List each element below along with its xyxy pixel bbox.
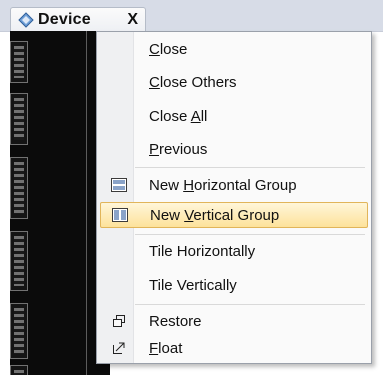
- tab-close-button[interactable]: X: [127, 11, 138, 29]
- io-bank: [10, 365, 28, 375]
- io-bank: [10, 303, 28, 359]
- tab-device[interactable]: Device X: [10, 7, 146, 31]
- menu-item-tile-vertically[interactable]: Tile Vertically: [100, 272, 368, 298]
- io-bank: [10, 231, 28, 291]
- menu-item-close-others[interactable]: Close Others: [100, 69, 368, 95]
- tab-strip: Device X: [0, 0, 383, 32]
- tab-title: Device: [38, 10, 91, 28]
- menu-item-restore[interactable]: Restore: [100, 308, 368, 334]
- io-bank: [10, 41, 28, 83]
- menu-separator: [135, 234, 365, 235]
- io-bank: [10, 157, 28, 219]
- device-icon: [18, 11, 34, 28]
- menu-separator: [135, 167, 365, 168]
- menu-item-float[interactable]: Float: [100, 335, 368, 361]
- restore-icon: [108, 312, 130, 330]
- menu-item-close-all[interactable]: Close All: [100, 103, 368, 129]
- menu-item-new-vertical-group[interactable]: New Vertical Group: [100, 202, 368, 228]
- horizontal-group-icon: [108, 176, 130, 194]
- vertical-group-icon: [109, 206, 131, 224]
- menu-separator: [135, 304, 365, 305]
- menu-item-tile-horizontally[interactable]: Tile Horizontally: [100, 238, 368, 264]
- io-bank: [10, 93, 28, 145]
- menu-item-close[interactable]: Close: [100, 36, 368, 62]
- device-view: [10, 31, 110, 375]
- device-divider: [86, 31, 87, 375]
- menu-item-previous[interactable]: Previous: [100, 136, 368, 162]
- menu-item-new-horizontal-group[interactable]: New Horizontal Group: [100, 172, 368, 198]
- tab-context-menu: Close Close Others Close All Previous Ne…: [96, 31, 372, 364]
- float-icon: [108, 339, 130, 357]
